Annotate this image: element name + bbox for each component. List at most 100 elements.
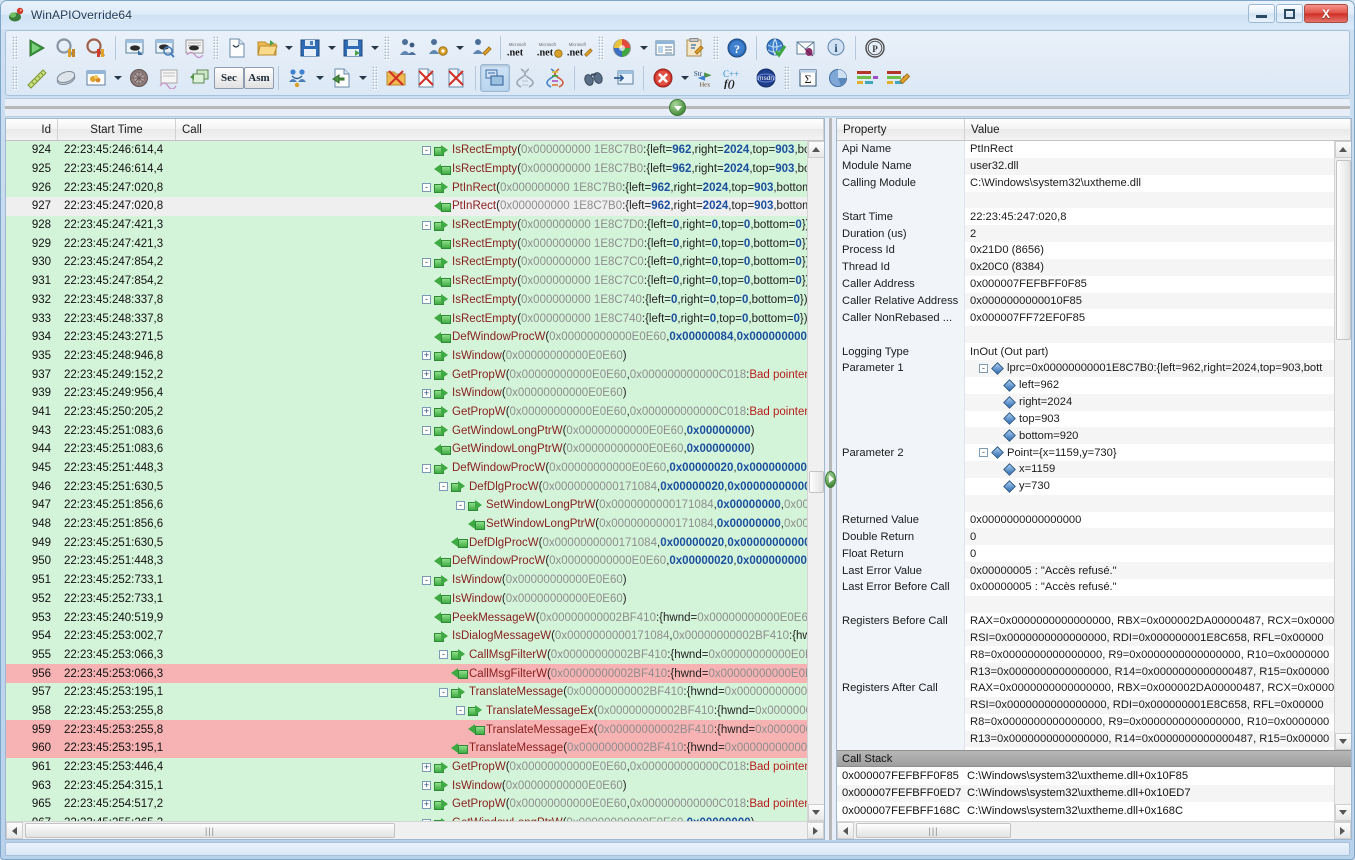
property-row[interactable]: Thread Id0x20C0 (8384) <box>837 259 1334 276</box>
monitor-user-edit-button[interactable] <box>466 34 496 62</box>
toolbar-grip-3[interactable] <box>384 36 390 60</box>
table-row[interactable]: 93922:23:45:249:956,4+IsWindow(0x0000000… <box>6 384 807 403</box>
collapse-icon[interactable]: - <box>422 295 431 304</box>
table-row[interactable]: 94922:23:45:251:630,5DefDlgProcW(0x00000… <box>6 533 807 552</box>
pause-monitor-button[interactable] <box>51 34 81 62</box>
prop-scroll-up-button[interactable] <box>1335 141 1352 158</box>
dna-grey-button[interactable] <box>510 64 540 92</box>
stop-monitor-button[interactable] <box>81 34 111 62</box>
table-row[interactable]: 94122:23:45:250:205,2+GetPropW(0x0000000… <box>6 403 807 422</box>
table-row[interactable]: 93722:23:45:249:152,2+GetPropW(0x0000000… <box>6 365 807 384</box>
property-row[interactable] <box>837 192 1334 209</box>
property-row[interactable] <box>837 596 1334 613</box>
clear-folder-filter-button[interactable] <box>381 64 411 92</box>
dotnet-settings-button[interactable]: Microsoft.net <box>535 34 565 62</box>
scroll-left-button[interactable] <box>6 822 23 839</box>
call-stack-row[interactable]: 0x000007FEFBFF0ED7C:\Windows\system32\ux… <box>837 785 1334 803</box>
calls-horizontal-scrollbar[interactable]: ||| <box>6 821 824 839</box>
asm-button[interactable]: Asm <box>244 67 274 89</box>
collapse-icon[interactable]: - <box>422 819 431 821</box>
cs-hscroll-thumb[interactable]: ||| <box>856 823 1011 838</box>
table-row[interactable]: 92722:23:45:247:020,8PtInRect(0x00000000… <box>6 197 807 216</box>
mail-bug-button[interactable] <box>791 34 821 62</box>
toolbar-grip-8[interactable] <box>784 66 790 90</box>
goto-window-button[interactable] <box>609 64 639 92</box>
group-calls-button[interactable] <box>480 64 510 92</box>
table-row[interactable]: 96322:23:45:254:315,1+IsWindow(0x0000000… <box>6 776 807 795</box>
column-header-property[interactable]: Property <box>837 119 965 140</box>
inject-dropdown[interactable] <box>356 64 369 92</box>
chevron-right-circle-icon[interactable] <box>825 471 836 488</box>
table-row[interactable]: 92622:23:45:247:020,8-PtInRect(0x0000000… <box>6 178 807 197</box>
call-stack-row[interactable]: 0x000007FEFBFF0F85C:\Windows\system32\ux… <box>837 767 1334 785</box>
expand-icon[interactable]: + <box>422 800 431 809</box>
collapse-icon[interactable]: - <box>422 221 431 230</box>
column-header-call[interactable]: Call <box>176 119 824 140</box>
sigma-button[interactable]: Σ <box>793 64 823 92</box>
toolbar-grip-7[interactable] <box>372 66 378 90</box>
clipboard-edit-button[interactable] <box>680 34 710 62</box>
property-row[interactable]: Returned Value0x0000000000000000 <box>837 512 1334 529</box>
expand-icon[interactable]: + <box>422 763 431 772</box>
table-row[interactable]: 94422:23:45:251:083,6GetWindowLongPtrW(0… <box>6 440 807 459</box>
property-row[interactable]: R13=0x0000000000000000, R14=0x0000000000… <box>837 731 1334 748</box>
ruler-button[interactable] <box>21 64 51 92</box>
table-row[interactable]: 93022:23:45:247:854,2-IsRectEmpty(0x0000… <box>6 253 807 272</box>
scroll-up-button[interactable] <box>808 141 825 158</box>
property-row[interactable]: Calling ModuleC:\Windows\system32\uxthem… <box>837 175 1334 192</box>
hook-globe-button[interactable] <box>124 64 154 92</box>
threads-dropdown[interactable] <box>313 64 326 92</box>
dotnet-monitor-button[interactable]: Microsoft.net <box>505 34 535 62</box>
table-row[interactable]: 94522:23:45:251:448,3-DefWindowProcW(0x0… <box>6 459 807 478</box>
table-row[interactable]: 93122:23:45:247:854,2IsRectEmpty(0x00000… <box>6 272 807 291</box>
msdn-button[interactable]: msdn <box>751 64 781 92</box>
threads-button[interactable] <box>283 64 313 92</box>
property-row[interactable]: Api NamePtInRect <box>837 141 1334 158</box>
table-row[interactable]: 95822:23:45:253:255,8-TranslateMessageEx… <box>6 702 807 721</box>
property-row[interactable]: Parameter 1-lprc=0x00000000001E8C7B0:{le… <box>837 360 1334 377</box>
collapse-icon[interactable]: - <box>422 258 431 267</box>
collapse-icon[interactable]: - <box>422 576 431 585</box>
run-button[interactable] <box>21 34 51 62</box>
open-folder-dropdown[interactable] <box>282 34 295 62</box>
property-row[interactable]: bottom=920 <box>837 427 1334 444</box>
table-row[interactable]: 95722:23:45:253:195,1-TranslateMessage(0… <box>6 683 807 702</box>
dotnet-edit-button[interactable]: Microsoft.net <box>565 34 595 62</box>
property-row[interactable]: top=903 <box>837 411 1334 428</box>
close-button[interactable]: X <box>1304 4 1348 23</box>
call-stack-horizontal-scrollbar[interactable]: ||| <box>837 821 1351 839</box>
save-as-button[interactable] <box>338 34 368 62</box>
column-header-start-time[interactable]: Start Time <box>58 119 176 140</box>
collapse-icon[interactable]: - <box>979 364 988 373</box>
resources-dropdown[interactable] <box>111 64 124 92</box>
layers-button[interactable] <box>51 64 81 92</box>
scroll-down-button[interactable] <box>808 804 825 821</box>
table-row[interactable]: 94722:23:45:251:856,6-SetWindowLongPtrW(… <box>6 496 807 515</box>
trace-window-button[interactable] <box>180 34 210 62</box>
call-stack-row[interactable]: 0x000007FEFBFF168CC:\Windows\system32\ux… <box>837 802 1334 820</box>
property-row[interactable]: Registers Before CallRAX=0x0000000000000… <box>837 613 1334 630</box>
toolbar-grip[interactable] <box>12 36 18 60</box>
table-row[interactable]: 95322:23:45:240:519,9PeekMessageW(0x0000… <box>6 608 807 627</box>
property-row[interactable]: RSI=0x0000000000000000, RDI=0x000000001E… <box>837 697 1334 714</box>
property-row[interactable]: Parameter 2-Point={x=1159,y=730} <box>837 444 1334 461</box>
property-row[interactable]: Float Return0 <box>837 545 1334 562</box>
table-row[interactable]: 94322:23:45:251:083,6-GetWindowLongPtrW(… <box>6 421 807 440</box>
property-row[interactable] <box>837 495 1334 512</box>
table-row[interactable]: 96022:23:45:253:195,1TranslateMessage(0x… <box>6 739 807 758</box>
table-row[interactable]: 92522:23:45:246:614,4IsRectEmpty(0x00000… <box>6 160 807 179</box>
property-row[interactable]: R8=0x0000000000000000, R9=0x000000000000… <box>837 646 1334 663</box>
hscroll-thumb[interactable]: ||| <box>25 823 395 838</box>
collapse-icon[interactable]: - <box>422 146 431 155</box>
monitor-user-dropdown[interactable] <box>453 34 466 62</box>
maximize-button[interactable] <box>1276 4 1303 23</box>
minimize-button[interactable] <box>1248 4 1275 23</box>
table-row[interactable]: 93522:23:45:248:946,8+IsWindow(0x0000000… <box>6 347 807 366</box>
property-row[interactable]: R8=0x0000000000000000, R9=0x000000000000… <box>837 714 1334 731</box>
color-wheel-button[interactable] <box>607 34 637 62</box>
property-row[interactable]: Caller Relative Address0x0000000000010F8… <box>837 293 1334 310</box>
scroll-thumb[interactable] <box>809 471 824 493</box>
help-button[interactable]: ? <box>722 34 752 62</box>
collapse-icon[interactable]: - <box>456 706 465 715</box>
cs-scroll-left-button[interactable] <box>837 822 854 839</box>
